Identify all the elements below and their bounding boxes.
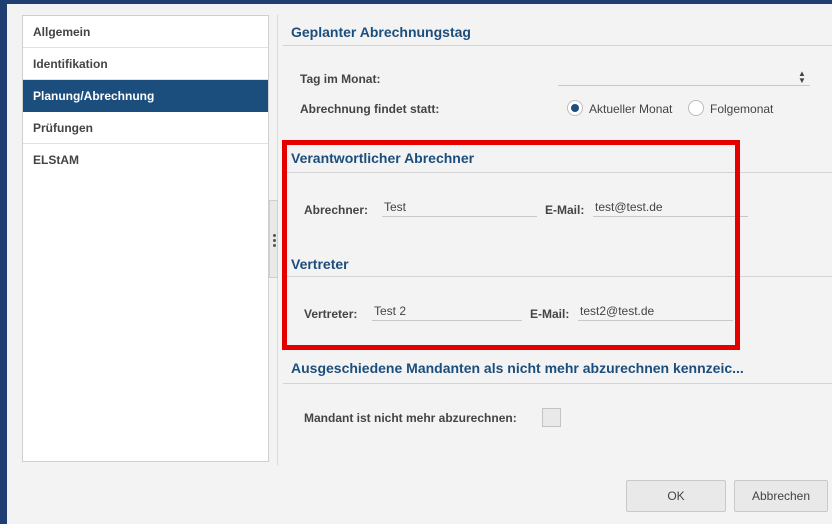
sidebar: Allgemein Identifikation Planung/Abrechn… xyxy=(22,15,269,462)
not-billable-checkbox[interactable] xyxy=(542,408,561,427)
section-title-billing-day: Geplanter Abrechnungstag xyxy=(291,24,471,40)
day-of-month-label: Tag im Monat: xyxy=(300,72,381,86)
section-title-deputy: Vertreter xyxy=(291,256,349,272)
deputy-name-label: Vertreter: xyxy=(304,307,358,321)
responsible-name-input[interactable]: Test xyxy=(382,197,537,217)
section-title-responsible: Verantwortlicher Abrechner xyxy=(291,150,475,166)
section-divider xyxy=(283,172,832,173)
sidebar-item-elstam[interactable]: ELStAM xyxy=(23,144,268,176)
responsible-email-label: E-Mail: xyxy=(545,203,585,217)
radio-next-month-label: Folgemonat xyxy=(710,102,774,116)
section-title-retired-clients: Ausgeschiedene Mandanten als nicht mehr … xyxy=(291,360,744,376)
radio-next-month[interactable] xyxy=(688,100,704,116)
ok-button[interactable]: OK xyxy=(626,480,726,512)
splitter-handle[interactable] xyxy=(269,200,278,278)
grip-dot-icon xyxy=(273,234,276,237)
responsible-email-input[interactable]: test@test.de xyxy=(593,197,748,217)
responsible-name-label: Abrechner: xyxy=(304,203,369,217)
day-spinner[interactable]: ▲ ▼ xyxy=(797,70,807,85)
sidebar-item-pruefungen[interactable]: Prüfungen xyxy=(23,112,268,144)
section-divider xyxy=(283,45,832,46)
billing-takes-place-label: Abrechnung findet statt: xyxy=(300,102,440,116)
deputy-email-label: E-Mail: xyxy=(530,307,570,321)
sidebar-item-identifikation[interactable]: Identifikation xyxy=(23,48,268,80)
grip-dot-icon xyxy=(273,239,276,242)
spinner-down-icon[interactable]: ▼ xyxy=(797,77,807,85)
sidebar-item-allgemein[interactable]: Allgemein xyxy=(23,16,268,48)
radio-current-month[interactable] xyxy=(567,100,583,116)
day-of-month-input[interactable] xyxy=(558,66,810,86)
radio-current-month-label: Aktueller Monat xyxy=(589,102,673,116)
sidebar-item-planung-abrechnung[interactable]: Planung/Abrechnung xyxy=(23,80,268,112)
deputy-name-input[interactable]: Test 2 xyxy=(372,301,522,321)
grip-dot-icon xyxy=(273,244,276,247)
cancel-button[interactable]: Abbrechen xyxy=(734,480,828,512)
section-divider xyxy=(283,276,832,277)
section-divider xyxy=(283,383,832,384)
deputy-email-input[interactable]: test2@test.de xyxy=(578,301,733,321)
not-billable-label: Mandant ist nicht mehr abzurechnen: xyxy=(304,411,517,425)
